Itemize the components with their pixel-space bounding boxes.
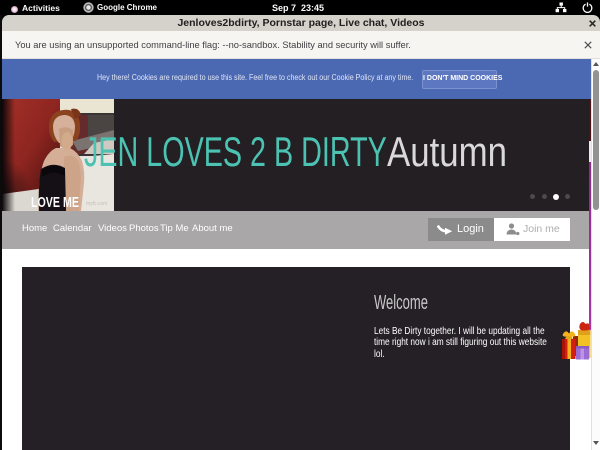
svg-text:LOVE ME: LOVE ME xyxy=(31,195,79,211)
svg-text:myfc.com: myfc.com xyxy=(86,201,107,207)
